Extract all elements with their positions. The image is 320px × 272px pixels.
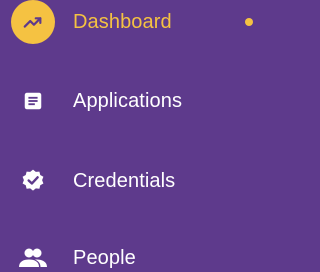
people-icon <box>11 236 55 272</box>
sidebar-item-dashboard[interactable]: Dashboard <box>0 0 257 47</box>
sidebar-item-people[interactable]: People <box>0 233 257 272</box>
verified-badge-icon <box>11 159 55 203</box>
document-icon <box>11 79 55 123</box>
sidebar-item-label: People <box>73 246 136 269</box>
sidebar-item-label: Applications <box>73 89 183 112</box>
active-indicator-dot <box>245 18 253 26</box>
sidebar-item-credentials[interactable]: Credentials <box>0 156 257 206</box>
sidebar-item-label: Dashboard <box>73 10 172 33</box>
sidebar-nav: Dashboard Applications Credentials Peopl… <box>0 0 257 272</box>
sidebar-item-label: Credentials <box>73 169 176 192</box>
sidebar-item-applications[interactable]: Applications <box>0 76 257 126</box>
trending-up-icon <box>11 0 55 44</box>
